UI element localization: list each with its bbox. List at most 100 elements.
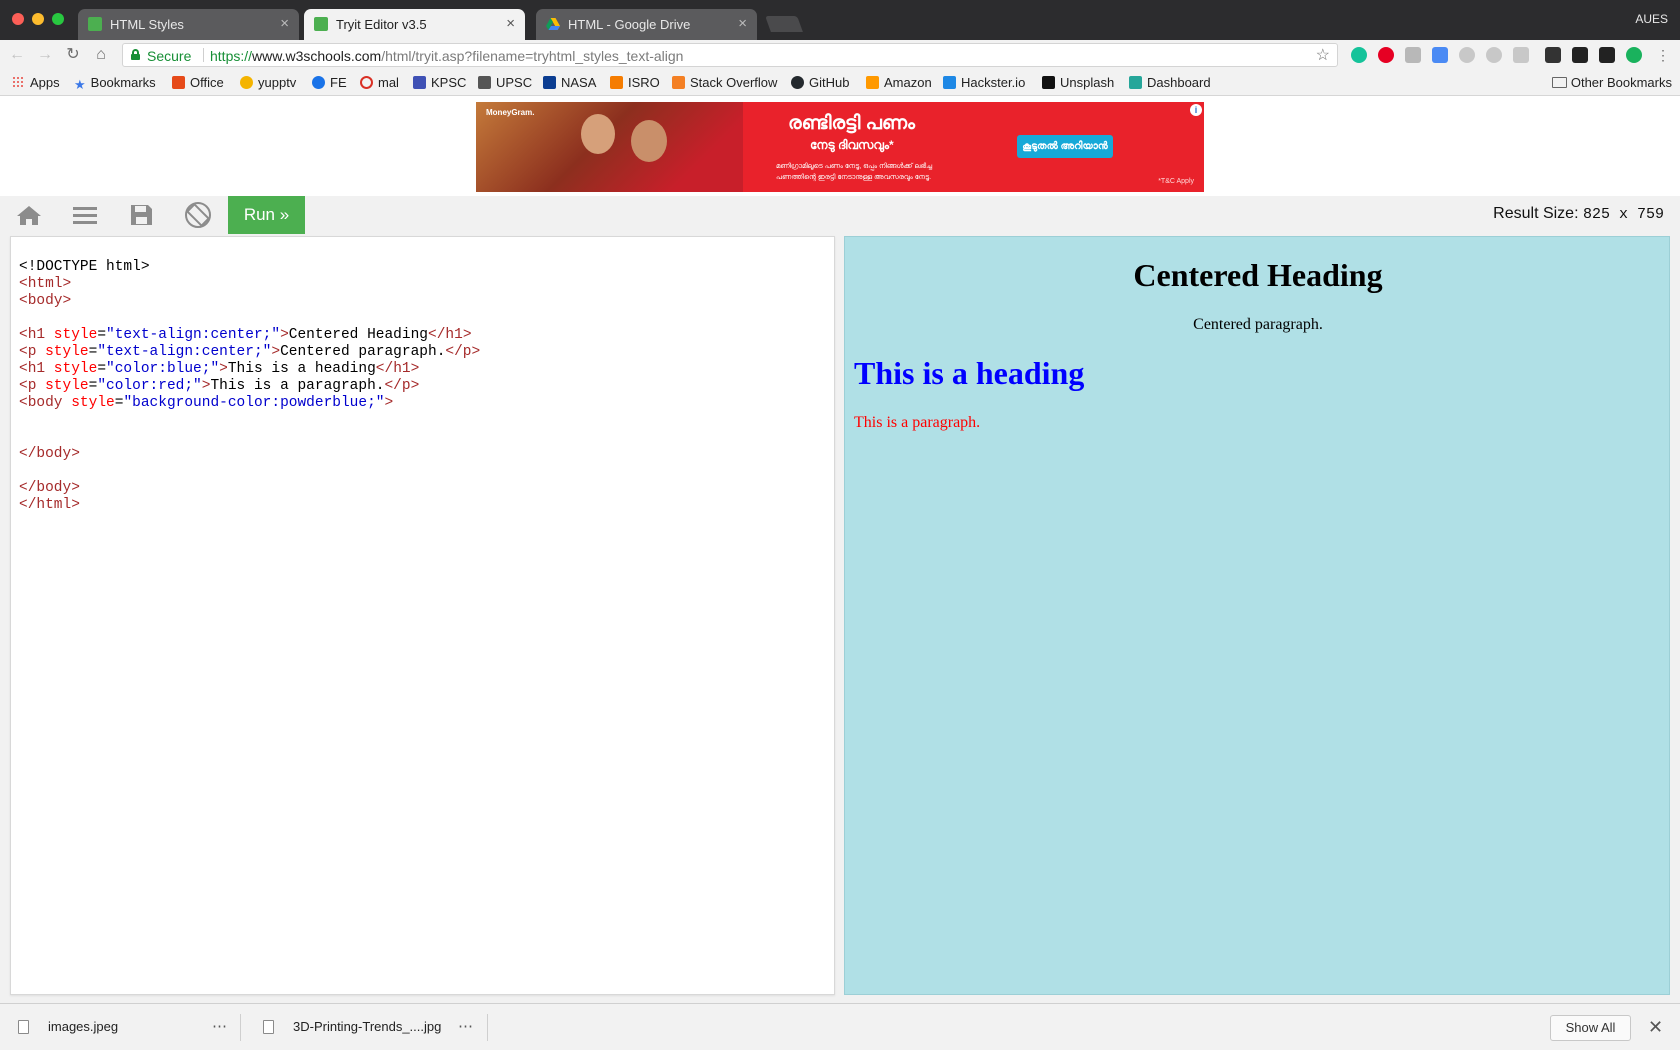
yupptv-icon [240,76,253,89]
url-text[interactable]: https://www.w3schools.com/html/tryit.asp… [210,48,683,64]
keep-extension-icon[interactable] [1545,47,1561,63]
bookmark-fe[interactable]: FE [312,75,347,90]
bookmark-dashboard[interactable]: Dashboard [1129,75,1211,90]
bookmark-hackster[interactable]: Hackster.io [943,75,1025,90]
code-line: <body> [19,293,72,309]
page-content: MoneyGram. രണ്ടിരട്ടി പണം നേടു ദിവസവും* … [0,97,1680,1003]
download-separator [487,1014,488,1041]
omnibox[interactable]: Secure https://www.w3schools.com/html/tr… [122,43,1338,67]
code-line: </html> [19,497,80,513]
bookmark-label: Bookmarks [90,75,156,90]
cloud-extension-icon[interactable] [1459,47,1475,63]
bookmark-label: Unsplash [1060,75,1115,90]
tab-title: HTML - Google Drive [568,17,691,32]
show-all-button[interactable]: Show All [1550,1015,1631,1041]
download-shelf: images.jpeg ⋯ 3D-Printing-Trends_....jpg… [0,1003,1680,1050]
bookmark-nasa[interactable]: NASA [543,75,596,90]
reload-icon[interactable]: ↻ [62,44,84,66]
ad-strip: MoneyGram. രണ്ടിരട്ടി പണം നേടു ദിവസവും* … [0,97,1680,196]
window-minimize-button[interactable] [32,13,44,25]
amazon-icon [866,76,879,89]
bookmarks-bar: Apps ★ Bookmarks Office yupptv FE mal KPS… [0,70,1680,96]
code-line: <p style="color:red;">This is a paragrap… [19,378,420,394]
forward-arrow-icon[interactable]: → [34,44,56,66]
bookmark-stack-overflow[interactable]: Stack Overflow [672,75,777,90]
tab-close-icon[interactable]: × [738,15,747,32]
code-editor[interactable]: <!DOCTYPE html> <html> <body> <h1 style=… [10,236,835,995]
save-icon[interactable] [128,204,154,226]
bookmark-upsc[interactable]: UPSC [478,75,532,90]
tryit-toolbar: Run » Result Size: 825 x 759 [0,196,1680,234]
bookmark-github[interactable]: GitHub [791,75,849,90]
upsc-icon [478,76,491,89]
moneygram-banner-ad[interactable]: MoneyGram. രണ്ടിരട്ടി പണം നേടു ദിവസവും* … [476,102,1204,192]
ad-choices-icon[interactable]: i [1190,104,1202,116]
lock-icon [131,49,140,60]
bookmark-amazon[interactable]: Amazon [866,75,932,90]
menu-kebab-icon[interactable]: ⋮ [1652,44,1674,66]
bookmark-mal[interactable]: mal [360,75,399,90]
code-line: <p style="text-align:center;">Centered p… [19,344,481,360]
home-icon[interactable] [16,204,42,226]
bookmark-label: Hackster.io [961,75,1026,90]
bookmark-apps[interactable]: Apps [12,75,60,90]
tab-tryit-editor[interactable]: Tryit Editor v3.5 × [304,9,525,40]
back-arrow-icon[interactable]: ← [6,44,28,66]
dropbox-extension-icon[interactable] [1513,47,1529,63]
new-tab-button[interactable] [765,16,803,32]
skype-extension-icon[interactable] [1486,47,1502,63]
bookmark-star-icon[interactable]: ☆ [1316,45,1330,65]
code-line: <body style="background-color:powderblue… [19,395,394,411]
tab-google-drive[interactable]: HTML - Google Drive × [536,9,757,40]
bookmark-label: GitHub [809,75,850,90]
file-icon [263,1020,274,1034]
tab-html-styles[interactable]: HTML Styles × [78,9,299,40]
pinterest-extension-icon[interactable] [1378,47,1394,63]
dashboard-icon [1129,76,1142,89]
more-options-icon[interactable]: ⋯ [458,1017,474,1035]
download-item[interactable]: 3D-Printing-Trends_....jpg ⋯ [245,1004,490,1051]
code-lines[interactable]: <!DOCTYPE html> <html> <body> <h1 style=… [19,242,480,531]
tab-title: HTML Styles [110,17,184,32]
bookmark-isro[interactable]: ISRO [610,75,660,90]
bookmark-bookmarks[interactable]: ★ Bookmarks [74,75,156,92]
close-icon[interactable]: ✕ [1648,1017,1663,1038]
window-zoom-button[interactable] [52,13,64,25]
bookmark-yupptv[interactable]: yupptv [240,75,296,90]
window-close-button[interactable] [12,13,24,25]
shield-extension-icon[interactable] [1405,47,1421,63]
tab-close-icon[interactable]: × [280,15,289,32]
other-bookmarks[interactable]: Other Bookmarks [1551,75,1672,90]
bookmark-unsplash[interactable]: Unsplash [1042,75,1114,90]
tab-close-icon[interactable]: × [506,15,515,32]
ad-subheadline: നേടു ദിവസവും* [810,138,894,152]
result-frame[interactable]: Centered Heading Centered paragraph. Thi… [844,236,1670,995]
rotate-orientation-icon[interactable] [184,201,212,229]
other-bookmarks-label: Other Bookmarks [1570,75,1672,90]
download-filename: 3D-Printing-Trends_....jpg [293,1019,442,1034]
translate-extension-icon[interactable] [1432,47,1448,63]
url-host: www.w3schools.com [252,48,382,64]
bookmark-office[interactable]: Office [172,75,224,90]
omnibox-separator [203,48,204,62]
bookmark-kpsc[interactable]: KPSC [413,75,466,90]
evernote-extension-icon[interactable] [1626,47,1642,63]
download-item[interactable]: images.jpeg ⋯ [0,1004,241,1051]
menu-icon[interactable] [72,204,98,226]
nasa-icon [543,76,556,89]
grammarly-extension-icon[interactable] [1351,47,1367,63]
url-path: /html/tryit.asp?filename=tryhtml_styles_… [381,48,684,64]
ad-copy-line-1: മണിഗ്രാമിലൂടെ പണം നേടൂ, ഒപ്പം നിങ്ങൾക്ക്… [776,163,933,170]
profile-name[interactable]: AUES [1635,12,1668,26]
badge-extension-icon[interactable] [1599,47,1615,63]
github-icon [791,76,804,89]
fe-icon [312,76,325,89]
ad-cta-button[interactable]: കൂടുതൽ അറിയാൻ [1017,135,1113,158]
run-button[interactable]: Run » [228,196,305,234]
office-icon [172,76,185,89]
tab-strip: HTML Styles × Tryit Editor v3.5 × HTML -… [0,0,1680,40]
more-options-icon[interactable]: ⋯ [212,1017,228,1035]
notion-extension-icon[interactable] [1572,47,1588,63]
download-filename: images.jpeg [48,1019,119,1034]
home-icon[interactable]: ⌂ [90,44,112,66]
